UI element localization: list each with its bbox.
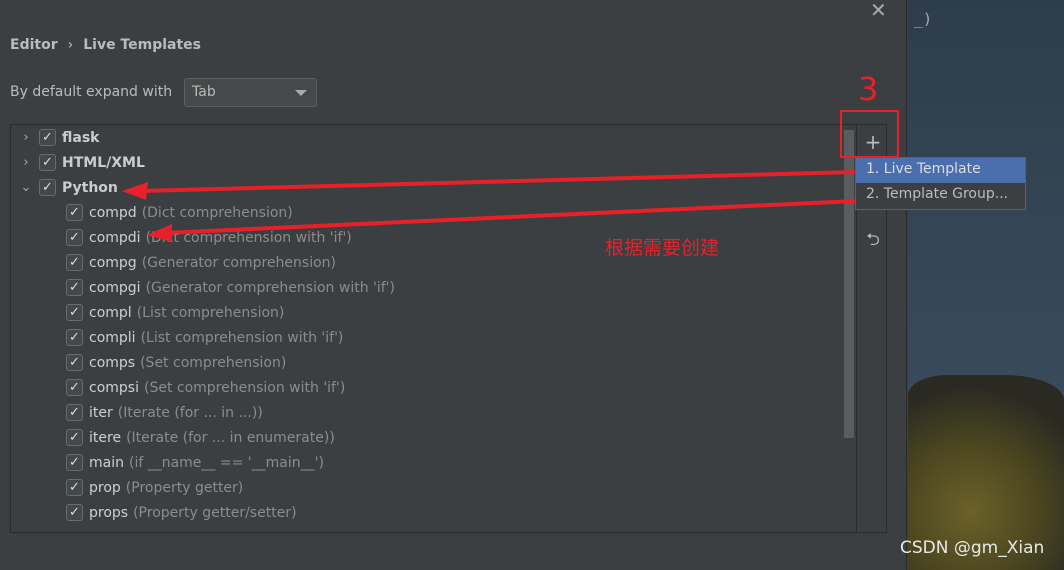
note-annotation: 根据需要创建 (605, 237, 720, 259)
close-icon[interactable]: ✕ (870, 0, 887, 22)
template-description: (Property getter) (125, 479, 244, 496)
template-row[interactable]: ✓ iter (Iterate (for ... in ...)) (66, 400, 263, 425)
code-fragment: _) (914, 10, 933, 28)
caret-down-icon (295, 90, 307, 96)
checkbox[interactable]: ✓ (66, 429, 83, 446)
chevron-right-icon[interactable]: › (19, 155, 33, 170)
template-description: (Property getter/setter) (133, 504, 297, 521)
template-row[interactable]: ✓ compl (List comprehension) (66, 300, 284, 325)
group-name: Python (62, 179, 118, 196)
group-name: HTML/XML (62, 154, 145, 171)
checkbox[interactable]: ✓ (66, 479, 83, 496)
template-row[interactable]: ✓ main (if __name__ == '__main__') (66, 450, 324, 475)
template-row[interactable]: ✓ itere (Iterate (for ... in enumerate)) (66, 425, 335, 450)
template-group-row[interactable]: ⌄ ✓ Python (19, 175, 118, 200)
menu-item-live-template[interactable]: 1. Live Template (856, 158, 1025, 183)
template-abbreviation: compsi (89, 379, 139, 396)
template-abbreviation: compdi (89, 229, 141, 246)
expand-with-label: By default expand with (10, 84, 173, 100)
checkbox[interactable]: ✓ (66, 404, 83, 421)
template-description: (List comprehension) (136, 304, 285, 321)
template-abbreviation: main (89, 454, 124, 471)
template-abbreviation: itere (89, 429, 122, 446)
expand-with-value: Tab (192, 84, 216, 100)
breadcrumb-parent[interactable]: Editor (10, 37, 58, 53)
template-row[interactable]: ✓ compdi (Dict comprehension with 'if') (66, 225, 352, 250)
template-row[interactable]: ✓ compgi (Generator comprehension with 'if… (66, 275, 395, 300)
template-abbreviation: compd (89, 204, 137, 221)
template-description: (Iterate (for ... in enumerate)) (126, 429, 335, 446)
checkbox[interactable]: ✓ (39, 129, 56, 146)
checkbox[interactable]: ✓ (66, 279, 83, 296)
template-group-row[interactable]: › ✓ flask (19, 125, 99, 150)
highlight-box (840, 110, 899, 158)
template-row[interactable]: ✓ props (Property getter/setter) (66, 500, 297, 525)
template-row[interactable]: ✓ compg (Generator comprehension) (66, 250, 336, 275)
expand-with-select[interactable]: Tab (184, 78, 317, 107)
watermark: CSDN @gm_Xian (900, 538, 1045, 558)
template-abbreviation: props (89, 504, 129, 521)
template-description: (if __name__ == '__main__') (128, 454, 324, 471)
checkbox[interactable]: ✓ (66, 504, 83, 521)
templates-tree: + − ⮌ ›✓flask›✓HTML/XML⌄✓Python✓compd(Di… (10, 124, 887, 533)
checkbox[interactable]: ✓ (66, 354, 83, 371)
template-abbreviation: compli (89, 329, 136, 346)
checkbox[interactable]: ✓ (66, 204, 83, 221)
live-templates-dialog: ✕ Editor › Live Templates By default expan… (0, 0, 907, 570)
template-description: (Iterate (for ... in ...)) (117, 404, 263, 421)
template-row[interactable]: ✓ prop (Property getter) (66, 475, 243, 500)
template-description: (List comprehension with 'if') (140, 329, 344, 346)
add-dropdown-menu: 1. Live Template 2. Template Group... (855, 157, 1026, 210)
template-group-row[interactable]: › ✓ HTML/XML (19, 150, 145, 175)
chevron-down-icon[interactable]: ⌄ (19, 180, 33, 195)
template-abbreviation: compl (89, 304, 132, 321)
template-description: (Dict comprehension with 'if') (145, 229, 352, 246)
template-abbreviation: iter (89, 404, 113, 421)
template-abbreviation: compg (89, 254, 137, 271)
checkbox[interactable]: ✓ (66, 229, 83, 246)
checkbox[interactable]: ✓ (66, 304, 83, 321)
template-row[interactable]: ✓ compli (List comprehension with 'if') (66, 325, 343, 350)
template-row[interactable]: ✓ comps (Set comprehension) (66, 350, 286, 375)
checkbox[interactable]: ✓ (39, 179, 56, 196)
chevron-right-icon[interactable]: › (19, 130, 33, 145)
template-abbreviation: compgi (89, 279, 141, 296)
template-description: (Generator comprehension with 'if') (145, 279, 395, 296)
template-abbreviation: prop (89, 479, 121, 496)
checkbox[interactable]: ✓ (66, 454, 83, 471)
tree-scrollbar[interactable] (844, 130, 854, 438)
menu-item-template-group[interactable]: 2. Template Group... (856, 183, 1025, 208)
undo-icon[interactable]: ⮌ (863, 230, 883, 250)
step-number-annotation: 3 (858, 70, 879, 108)
template-row[interactable]: ✓ compsi (Set comprehension with 'if') (66, 375, 345, 400)
breadcrumb: Editor › Live Templates (10, 37, 201, 53)
group-name: flask (62, 129, 100, 146)
template-description: (Set comprehension with 'if') (143, 379, 346, 396)
editor-background: _) (908, 0, 1064, 570)
checkbox[interactable]: ✓ (66, 329, 83, 346)
template-description: (Dict comprehension) (141, 204, 293, 221)
checkbox[interactable]: ✓ (66, 254, 83, 271)
breadcrumb-current: Live Templates (83, 37, 201, 53)
template-abbreviation: comps (89, 354, 136, 371)
template-row[interactable]: ✓ compd (Dict comprehension) (66, 200, 293, 225)
checkbox[interactable]: ✓ (39, 154, 56, 171)
breadcrumb-separator: › (67, 37, 74, 53)
checkbox[interactable]: ✓ (66, 379, 83, 396)
template-description: (Generator comprehension) (141, 254, 336, 271)
template-description: (Set comprehension) (140, 354, 287, 371)
